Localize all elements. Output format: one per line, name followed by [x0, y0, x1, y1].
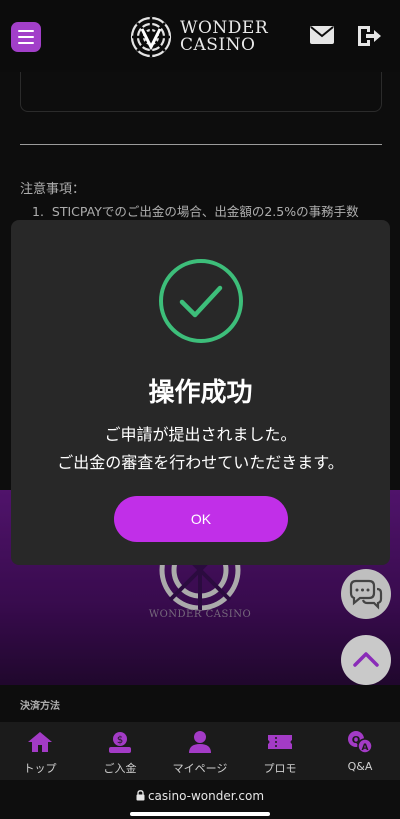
dialog-message-line1: ご申請が提出されました。	[104, 425, 297, 444]
nav-label-qa: Q&A	[347, 760, 373, 773]
qa-icon: Q A	[348, 731, 373, 754]
logo-text-line2: CASINO	[180, 35, 256, 55]
nav-label-promo: プロモ	[263, 762, 297, 775]
scroll-to-top-button[interactable]	[341, 635, 391, 685]
url-text: casino-wonder.com	[147, 789, 265, 803]
app-header: WONDER CASINO	[0, 0, 400, 72]
svg-text:A: A	[362, 743, 369, 753]
success-dialog: 操作成功 ご申請が提出されました。 ご出金の審査を行わせていただきます。 OK	[11, 220, 390, 565]
chevron-up-icon	[353, 652, 379, 667]
svg-text:$: $	[117, 735, 123, 746]
nav-label-top: トップ	[23, 762, 57, 775]
bottom-nav: トップ $ ご入金 マイページ プロモ Q A Q&A	[0, 722, 400, 780]
ticket-icon	[268, 735, 292, 749]
chat-button[interactable]	[341, 569, 391, 619]
hamburger-icon-line	[18, 42, 34, 44]
nav-item-deposit[interactable]: $ ご入金	[80, 722, 160, 780]
dialog-message-line2: ご出金の審査を行わせていただきます。	[57, 453, 344, 472]
lock-icon	[136, 790, 145, 801]
nav-label-deposit: ご入金	[103, 762, 137, 775]
hamburger-icon-line	[18, 36, 34, 38]
menu-button[interactable]	[11, 22, 41, 52]
logo-wordmark: WONDER CASINO	[180, 20, 268, 54]
logo-emblem-icon	[130, 16, 172, 58]
nav-item-qa[interactable]: Q A Q&A	[320, 722, 400, 780]
brand-logo[interactable]: WONDER CASINO	[128, 14, 278, 60]
chat-bubbles-icon	[349, 579, 383, 610]
hamburger-icon-line	[18, 30, 34, 32]
url-display: casino-wonder.com	[0, 789, 400, 803]
checkmark-circle-icon	[159, 259, 243, 343]
mail-icon[interactable]	[310, 26, 334, 44]
home-indicator	[130, 812, 270, 816]
nav-item-mypage[interactable]: マイページ	[160, 722, 240, 780]
ok-button[interactable]: OK	[114, 496, 288, 542]
nav-label-mypage: マイページ	[172, 762, 228, 775]
deposit-icon: $	[109, 732, 131, 753]
home-icon	[28, 732, 52, 752]
dialog-title: 操作成功	[148, 378, 253, 408]
user-icon	[189, 731, 211, 753]
nav-item-top[interactable]: トップ	[0, 722, 80, 780]
nav-item-promo[interactable]: プロモ	[240, 722, 320, 780]
logout-icon[interactable]	[356, 25, 382, 47]
